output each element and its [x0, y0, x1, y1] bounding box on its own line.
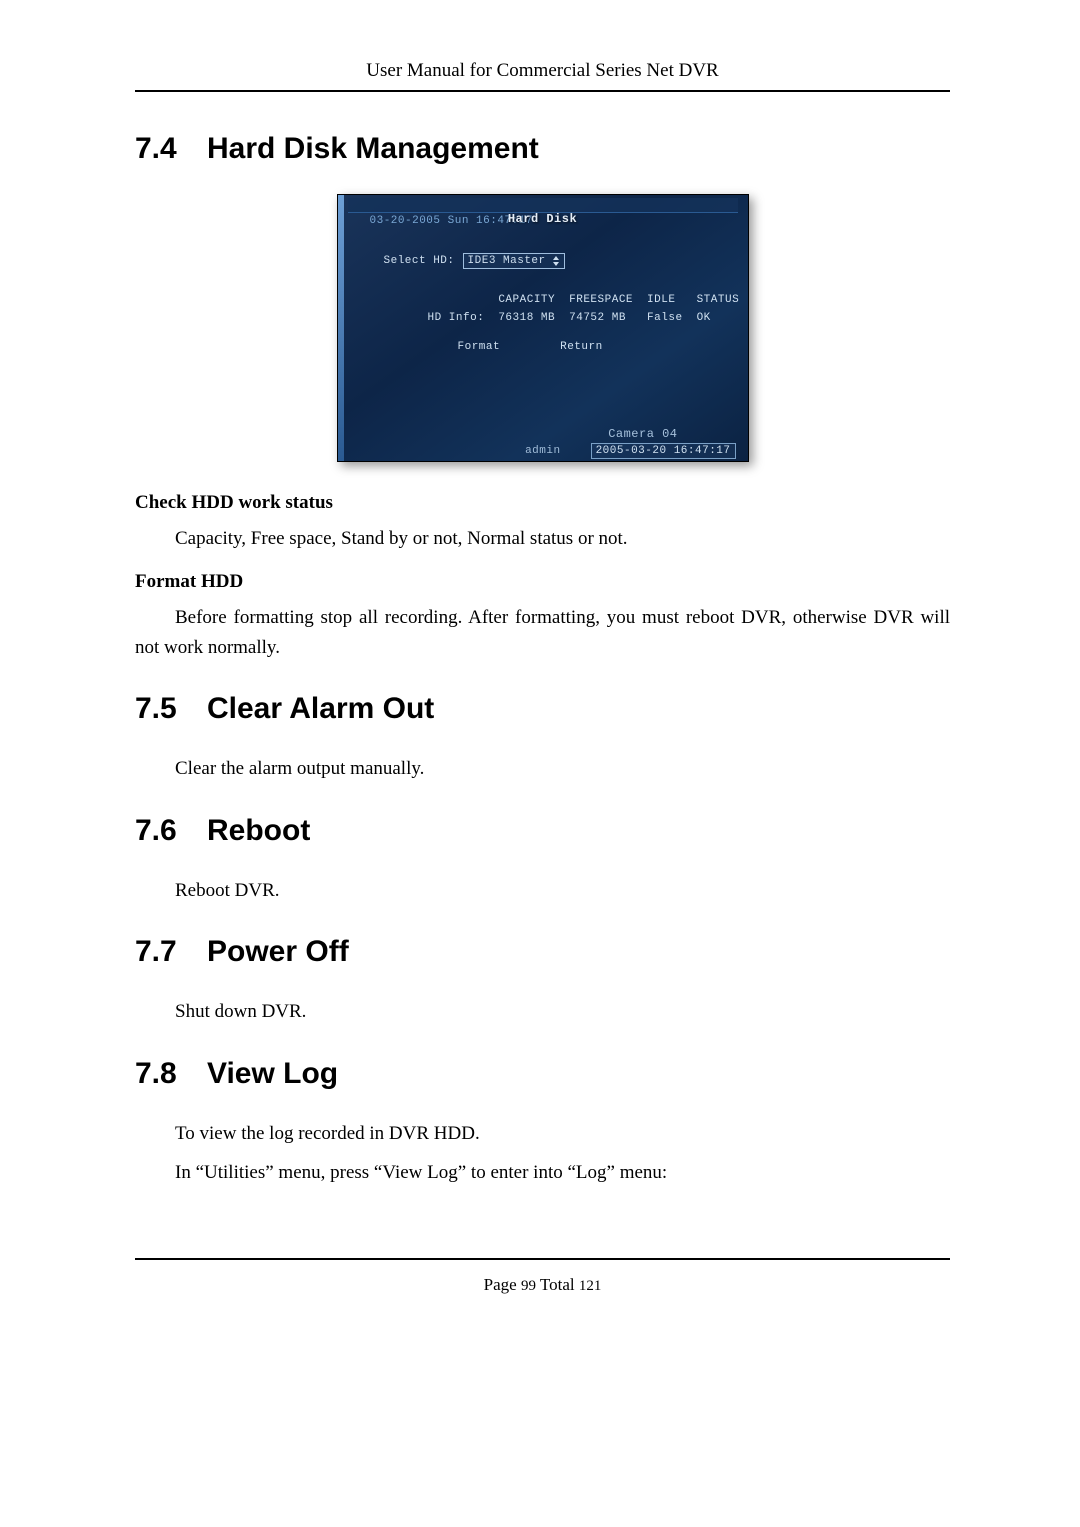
heading-reboot: 7.6Reboot	[135, 814, 950, 848]
body-clear-alarm: Clear the alarm output manually.	[135, 754, 950, 783]
section-number: 7.6	[135, 814, 207, 848]
table-header-row: CAPACITY FREESPACE IDLE STATUS	[428, 292, 749, 308]
cell-freespace: 74752 MB	[569, 310, 645, 326]
col-idle: IDLE	[647, 292, 695, 308]
footer-prefix: Page	[484, 1275, 521, 1294]
heading-power-off: 7.7Power Off	[135, 935, 950, 969]
body-reboot: Reboot DVR.	[135, 876, 950, 905]
footer-mid: Total	[536, 1275, 579, 1294]
status-timestamp: 2005-03-20 16:47:17	[591, 443, 736, 459]
chevron-up-icon	[553, 256, 559, 260]
dvr-screenshot: 03-20-2005 Sun 16:47:17 Hard Disk Select…	[135, 194, 950, 462]
col-status: STATUS	[697, 292, 749, 308]
body-view-log-1: To view the log recorded in DVR HDD.	[135, 1119, 950, 1148]
heading-clear-alarm-out: 7.5Clear Alarm Out	[135, 692, 950, 726]
section-number: 7.5	[135, 692, 207, 726]
page-header: User Manual for Commercial Series Net DV…	[135, 60, 950, 92]
cell-status: OK	[697, 310, 749, 326]
dvr-screen: 03-20-2005 Sun 16:47:17 Hard Disk Select…	[337, 194, 749, 462]
dvr-dialog-title: Hard Disk	[508, 212, 577, 226]
footer-page-num: 99	[521, 1278, 536, 1294]
heading-view-log: 7.8View Log	[135, 1057, 950, 1091]
section-number: 7.8	[135, 1057, 207, 1091]
select-hd-value: IDE3 Master	[468, 255, 546, 267]
page-footer: Page 99 Total 121	[135, 1258, 950, 1295]
section-title: View Log	[207, 1057, 338, 1090]
format-button[interactable]: Format	[458, 341, 501, 353]
status-user: admin	[525, 445, 561, 457]
cell-capacity: 76318 MB	[498, 310, 567, 326]
spinner-icon[interactable]	[553, 256, 561, 266]
hd-info-table: CAPACITY FREESPACE IDLE STATUS HD Info: …	[426, 290, 749, 328]
section-number: 7.7	[135, 935, 207, 969]
camera-label: Camera 04	[608, 427, 677, 441]
subheading-format-hdd: Format HDD	[135, 571, 950, 593]
body-power-off: Shut down DVR.	[135, 997, 950, 1026]
cell-idle: False	[647, 310, 695, 326]
return-button[interactable]: Return	[560, 341, 603, 353]
footer-total: 121	[579, 1278, 602, 1294]
col-capacity: CAPACITY	[498, 292, 567, 308]
section-title: Clear Alarm Out	[207, 692, 434, 725]
select-hd-dropdown[interactable]: IDE3 Master	[463, 253, 565, 269]
select-hd-row: Select HD: IDE3 Master	[384, 253, 565, 269]
row-label: HD Info:	[428, 310, 497, 326]
body-view-log-2: In “Utilities” menu, press “View Log” to…	[135, 1158, 950, 1187]
dvr-topbar	[348, 198, 738, 213]
body-format-hdd: Before formatting stop all recording. Af…	[135, 603, 950, 662]
body-check-hdd: Capacity, Free space, Stand by or not, N…	[135, 524, 950, 553]
heading-hard-disk-management: 7.4Hard Disk Management	[135, 132, 950, 166]
chevron-down-icon	[553, 262, 559, 266]
section-title: Hard Disk Management	[207, 132, 539, 165]
section-title: Power Off	[207, 935, 349, 968]
subheading-check-hdd: Check HDD work status	[135, 492, 950, 514]
col-freespace: FREESPACE	[569, 292, 645, 308]
table-row: HD Info: 76318 MB 74752 MB False OK	[428, 310, 749, 326]
section-number: 7.4	[135, 132, 207, 166]
select-hd-label: Select HD:	[384, 255, 455, 267]
section-title: Reboot	[207, 814, 310, 847]
